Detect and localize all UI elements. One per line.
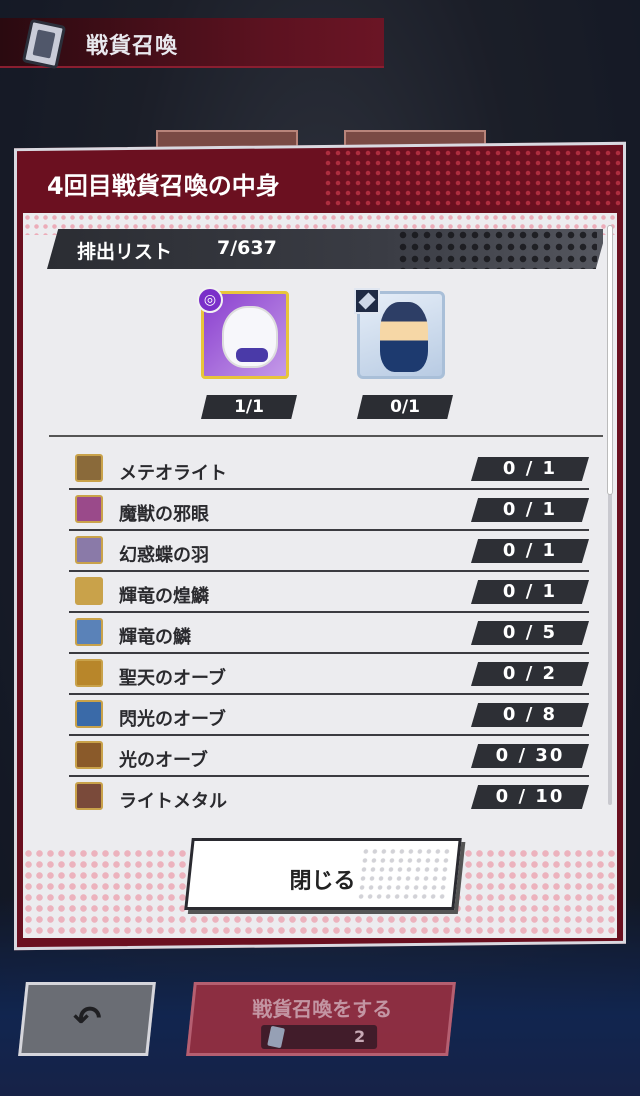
item-row: 魔獣の邪眼 0 / 1 — [69, 490, 589, 531]
close-button-label: 閉じる — [289, 869, 356, 894]
featured-unit-card[interactable] — [354, 288, 453, 387]
item-count: 0 / 8 — [471, 703, 589, 727]
item-count: 0 / 5 — [471, 621, 589, 645]
contents-dialog: 4回目戦貨召喚の中身 排出リスト 7/637 ◎ 1/1 0/1 メテオライト … — [14, 141, 626, 951]
drop-list-banner: 排出リスト 7/637 — [47, 229, 603, 269]
back-arrow-icon: ↶ — [72, 999, 102, 1039]
item-name: 聖天のオーブ — [119, 668, 226, 689]
back-button[interactable]: ↶ — [18, 982, 156, 1056]
butterfly-wing-icon — [75, 536, 103, 564]
item-count: 0 / 1 — [471, 457, 589, 481]
summon-cost-value: 2 — [353, 1027, 366, 1046]
item-count: 0 / 1 — [471, 498, 589, 522]
purple-orb-badge-icon: ◎ — [197, 287, 223, 313]
featured-unit-count: 0/1 — [357, 395, 453, 419]
light-orb-icon — [75, 741, 103, 769]
featured-unit-count: 1/1 — [201, 395, 297, 419]
meteorite-icon — [75, 454, 103, 482]
drop-list-scroll-area[interactable]: 排出リスト 7/637 ◎ 1/1 0/1 メテオライト 0 / 1 魔獣の邪眼… — [29, 223, 603, 813]
dialog-body: 排出リスト 7/637 ◎ 1/1 0/1 メテオライト 0 / 1 魔獣の邪眼… — [23, 213, 617, 938]
title-dot-pattern — [323, 148, 623, 208]
item-row: 輝竜の鱗 0 / 5 — [69, 613, 589, 654]
close-button[interactable]: 閉じる — [184, 838, 462, 910]
evil-eye-icon — [75, 495, 103, 523]
dragon-gem-scale-icon — [75, 577, 103, 605]
banner-dot-pattern — [397, 229, 597, 269]
item-row: 光のオーブ 0 / 30 — [69, 736, 589, 777]
item-name: 輝竜の鱗 — [119, 627, 191, 648]
item-count: 0 / 30 — [471, 744, 589, 768]
scrollbar-thumb[interactable] — [607, 225, 613, 495]
item-row: 輝竜の煌鱗 0 / 1 — [69, 572, 589, 613]
summon-button[interactable]: 戦貨召喚をする 2 — [186, 982, 456, 1056]
light-metal-icon — [75, 782, 103, 810]
drop-list-count: 7/637 — [217, 237, 277, 259]
item-name: 光のオーブ — [119, 750, 208, 771]
item-name: メテオライト — [119, 463, 227, 484]
item-name: ライトメタル — [119, 791, 227, 812]
summon-button-label: 戦貨召喚をする — [252, 997, 393, 1021]
item-row: 閃光のオーブ 0 / 8 — [69, 695, 589, 736]
item-count: 0 / 2 — [471, 662, 589, 686]
dialog-title: 4回目戦貨召喚の中身 — [47, 172, 280, 200]
item-list: メテオライト 0 / 1 魔獣の邪眼 0 / 1 幻惑蝶の羽 0 / 1 輝竜の煌鱗 0 / … — [69, 449, 589, 813]
item-name: 閃光のオーブ — [119, 709, 226, 730]
white-creature-image — [222, 306, 278, 368]
item-count: 0 / 1 — [471, 539, 589, 563]
item-name: 魔獣の邪眼 — [119, 504, 209, 525]
item-row: 聖天のオーブ 0 / 2 — [69, 654, 589, 695]
girl-card-image — [380, 302, 428, 372]
holy-orb-icon — [75, 659, 103, 687]
summon-cost: 2 — [261, 1025, 378, 1049]
flash-orb-icon — [75, 700, 103, 728]
item-count: 0 / 10 — [471, 785, 589, 809]
dragon-scale-icon — [75, 618, 103, 646]
item-name: 輝竜の煌鱗 — [119, 586, 209, 607]
card-ticket-icon — [267, 1025, 286, 1049]
item-row: ライトメタル 0 / 10 — [69, 777, 589, 813]
page-title: 戦貨召喚 — [86, 34, 179, 59]
featured-unit-monster[interactable]: ◎ — [197, 287, 297, 387]
item-row: メテオライト 0 / 1 — [69, 449, 589, 490]
drop-list-label: 排出リスト — [77, 241, 173, 263]
item-count: 0 / 1 — [471, 580, 589, 604]
item-row: 幻惑蝶の羽 0 / 1 — [69, 531, 589, 572]
divider — [49, 435, 603, 437]
card-type-badge-icon — [354, 288, 380, 314]
item-name: 幻惑蝶の羽 — [119, 545, 209, 566]
